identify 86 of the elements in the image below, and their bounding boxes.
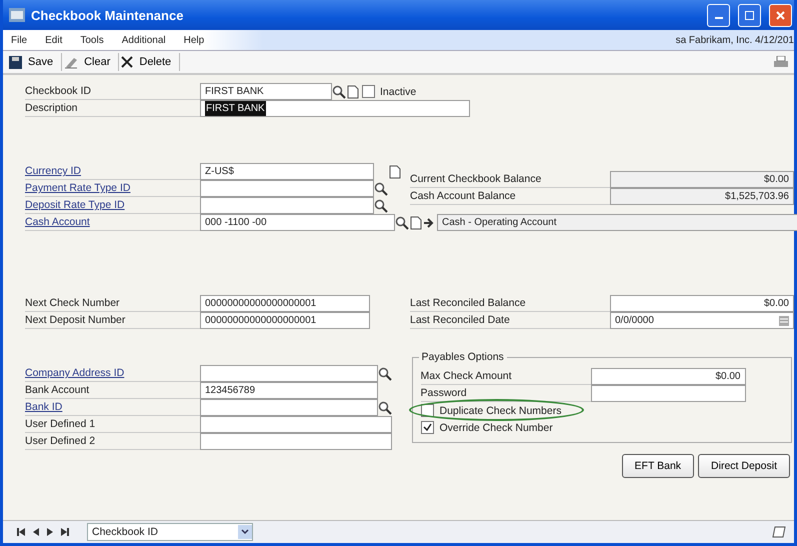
input-field[interactable] xyxy=(590,385,746,402)
toolbar-button[interactable]: Delete xyxy=(119,53,180,71)
field-link[interactable]: Currency ID xyxy=(25,163,200,180)
search-icon[interactable] xyxy=(378,366,392,380)
amount-field[interactable]: $0.00 xyxy=(590,368,746,385)
checkbook-id-field[interactable]: FIRST BANK xyxy=(200,83,332,100)
next-record-icon[interactable] xyxy=(47,528,53,536)
checkbox-label: Inactive xyxy=(380,86,416,98)
maximize-icon xyxy=(745,10,754,20)
input-field[interactable] xyxy=(200,197,374,214)
field-label: Checkbook ID xyxy=(25,83,200,100)
search-icon[interactable] xyxy=(332,84,346,98)
toolbar-button[interactable]: Clear xyxy=(62,53,120,71)
input-field[interactable]: 00000000000000000001 xyxy=(200,295,370,312)
dropdown-icon xyxy=(238,525,252,539)
input-field[interactable]: 00000000000000000001 xyxy=(200,312,370,329)
input-field[interactable] xyxy=(200,365,378,382)
maximize-button[interactable] xyxy=(738,4,761,26)
field-link[interactable]: Cash Account xyxy=(25,214,200,231)
check-mark-icon xyxy=(422,423,432,432)
field-link[interactable]: Bank ID xyxy=(25,399,200,416)
checkbox[interactable] xyxy=(362,85,375,98)
action-button[interactable]: EFT Bank xyxy=(622,454,694,478)
search-icon[interactable] xyxy=(395,216,409,230)
input-field[interactable] xyxy=(200,180,374,197)
input-field[interactable] xyxy=(200,399,378,416)
last-record-icon[interactable] xyxy=(61,528,69,536)
menu-item[interactable]: File xyxy=(11,34,28,46)
minimize-button[interactable] xyxy=(707,4,730,26)
input-field[interactable] xyxy=(200,433,392,450)
menu-item[interactable]: Tools xyxy=(80,34,104,46)
group-title: Payables Options xyxy=(418,351,507,363)
field-label: User Defined 2 xyxy=(25,433,200,450)
input-field[interactable]: 123456789 xyxy=(200,382,378,399)
date-value: 0/0/0000 xyxy=(615,314,655,328)
description-field[interactable]: FIRST BANK xyxy=(200,100,470,117)
field-label: Next Deposit Number xyxy=(25,312,200,329)
arrow-icon[interactable] xyxy=(423,216,435,228)
menu-item[interactable]: Additional xyxy=(122,34,166,46)
selected-text: FIRST BANK xyxy=(205,101,266,116)
field-label: User Defined 1 xyxy=(25,416,200,433)
amount-field[interactable]: $0.00 xyxy=(610,295,794,312)
toolbar-button[interactable]: Save xyxy=(7,53,62,71)
first-record-icon[interactable] xyxy=(17,528,25,536)
field-link[interactable]: Payment Rate Type ID xyxy=(25,180,200,197)
date-field[interactable]: 0/0/0000 xyxy=(610,312,794,329)
checkbox[interactable] xyxy=(420,421,434,434)
search-icon[interactable] xyxy=(374,182,388,196)
page-icon[interactable] xyxy=(410,216,422,230)
user-info: sa Fabrikam, Inc. 4/12/201 xyxy=(676,34,794,46)
field-label: Last Reconciled Date xyxy=(410,312,610,329)
search-icon[interactable] xyxy=(374,198,388,212)
amount-field: $0.00 xyxy=(610,171,794,188)
account-field[interactable]: 000 -1100 -00 xyxy=(200,214,395,231)
checkbox-label: Duplicate Check Numbers xyxy=(440,404,562,416)
field-label: Cash Account Balance xyxy=(410,188,610,205)
sort-dropdown[interactable]: Checkbook ID xyxy=(87,523,253,541)
input-field[interactable] xyxy=(200,416,392,433)
close-icon xyxy=(776,10,785,20)
menu-item[interactable]: Help xyxy=(184,34,204,46)
field-label: Current Checkbook Balance xyxy=(410,171,610,188)
action-button[interactable]: Direct Deposit xyxy=(698,454,790,478)
page-icon[interactable] xyxy=(389,164,401,178)
close-button[interactable] xyxy=(769,4,792,26)
search-icon[interactable] xyxy=(378,400,392,414)
field-link[interactable]: Deposit Rate Type ID xyxy=(25,197,200,214)
input-field[interactable]: Z-US$ xyxy=(200,163,374,180)
close-icon xyxy=(121,56,134,68)
field-link[interactable]: Company Address ID xyxy=(25,365,200,382)
field-label: Description xyxy=(25,100,200,117)
app-icon xyxy=(9,8,25,22)
eraser-icon xyxy=(64,56,78,68)
previous-record-icon[interactable] xyxy=(33,528,39,536)
checkbox-label: Override Check Number xyxy=(440,422,553,434)
field-label: Password xyxy=(420,385,590,402)
field-label: Last Reconciled Balance xyxy=(410,295,610,312)
window-title: Checkbook Maintenance xyxy=(31,8,184,22)
menu-item[interactable]: Edit xyxy=(45,34,62,46)
field-label: Next Check Number xyxy=(25,295,200,312)
field-label: Bank Account xyxy=(25,382,200,399)
amount-field: $1,525,703.96 xyxy=(610,188,794,205)
note-icon[interactable] xyxy=(772,526,786,538)
page-icon[interactable] xyxy=(347,84,359,98)
field-label: Max Check Amount xyxy=(420,368,590,385)
printer-icon[interactable] xyxy=(774,56,788,68)
account-description: Cash - Operating Account xyxy=(437,214,797,231)
